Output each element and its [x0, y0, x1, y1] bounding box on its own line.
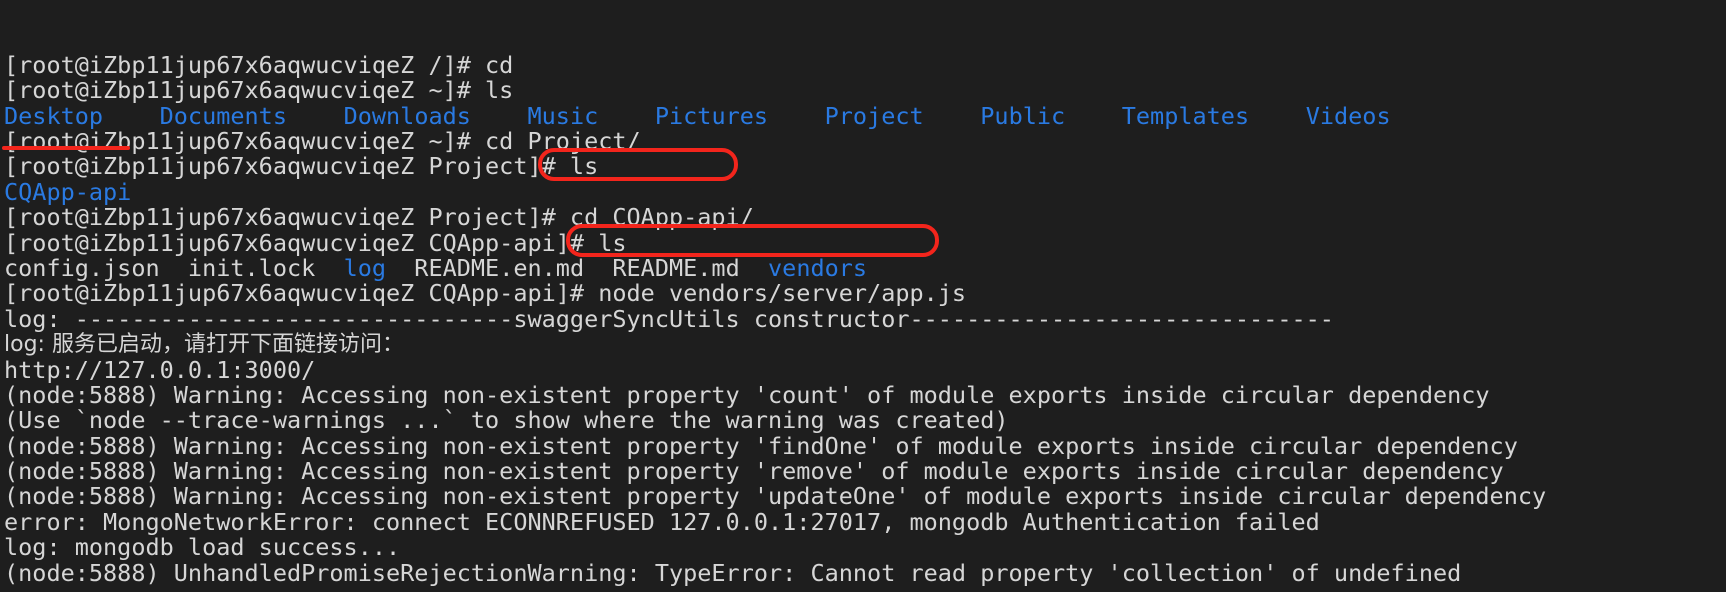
terminal-line: [root@iZbp11jup67x6aqwucviqeZ Project]# … [4, 203, 1726, 232]
terminal-line: (node:5888) Warning: Accessing non-exist… [4, 380, 1726, 409]
terminal-text: [root@iZbp11jup67x6aqwucviqeZ ~]# ls [4, 76, 514, 105]
terminal-line: (node:5888) Warning: Accessing non-exist… [4, 431, 1726, 460]
directory-entry: Videos [1305, 101, 1391, 130]
terminal-text: [root@iZbp11jup67x6aqwucviqeZ Project]# … [4, 203, 754, 232]
terminal-line: [root@iZbp11jup67x6aqwucviqeZ Project]# … [4, 154, 1726, 179]
directory-entry: Downloads [343, 101, 471, 130]
terminal-text: http://127.0.0.1:3000/ [4, 355, 316, 384]
terminal-text: (node:5888) Warning: Accessing non-exist… [4, 380, 1490, 409]
terminal-output[interactable]: [root@iZbp11jup67x6aqwucviqeZ /]# cd [roo… [0, 0, 1726, 592]
directory-entry: log [343, 253, 387, 282]
terminal-line: CQApp-api [4, 177, 1726, 206]
terminal-text: (node:5888) Warning: Accessing non-exist… [4, 457, 1504, 486]
terminal-line: log: -------------------------------swag… [4, 304, 1726, 333]
directory-entry: Documents [159, 101, 287, 130]
terminal-text: config.json init.lock [4, 253, 344, 282]
terminal-text: [root@iZbp11jup67x6aqwucviqeZ /]# cd [4, 50, 514, 79]
terminal-text: README.en.md README.md [386, 253, 769, 282]
terminal-line: http://127.0.0.1:3000/ [4, 355, 1726, 384]
terminal-line: [root@iZbp11jup67x6aqwucviqeZ CQApp-api]… [4, 281, 1726, 306]
terminal-text: [root@iZbp11jup67x6aqwucviqeZ CQApp-api]… [4, 279, 967, 308]
terminal-line: [root@iZbp11jup67x6aqwucviqeZ ~]# ls [4, 78, 1726, 103]
terminal-text: error: MongoNetworkError: connect ECONNR… [4, 507, 1320, 536]
terminal-text: (node:5888) UnhandledPromiseRejectionWar… [4, 558, 1462, 587]
directory-entry: Desktop [4, 101, 104, 130]
terminal-text: (node:5888) Warning: Accessing non-exist… [4, 482, 1547, 511]
terminal-line: error: MongoNetworkError: connect ECONNR… [4, 507, 1726, 536]
terminal-text: [root@iZbp11jup67x6aqwucviqeZ ~]# cd Pro… [4, 126, 641, 155]
terminal-text: (node:5888) Warning: Accessing non-exist… [4, 431, 1518, 460]
terminal-line: [root@iZbp11jup67x6aqwucviqeZ CQApp-api]… [4, 228, 1726, 257]
terminal-line: log: 服务已启动，请打开下面链接访问： [4, 332, 1726, 357]
directory-entry: Pictures [654, 101, 769, 130]
directory-entry: Project [824, 101, 924, 130]
terminal-line: config.json init.lock log README.en.md R… [4, 253, 1726, 282]
terminal-line: log: mongodb load success... [4, 535, 1726, 560]
terminal-text: log: 服务已启动，请打开下面链接访问： [4, 332, 404, 358]
terminal-line: (node:5888) Warning: Accessing non-exist… [4, 457, 1726, 486]
directory-entry: Public [980, 101, 1066, 130]
directory-entry: Templates [1121, 101, 1250, 130]
terminal-line: [root@iZbp11jup67x6aqwucviqeZ /]# cd [4, 50, 1726, 79]
terminal-line: [root@iZbp11jup67x6aqwucviqeZ ~]# cd Pro… [4, 126, 1726, 155]
terminal-line-list: [root@iZbp11jup67x6aqwucviqeZ /]# cd [roo… [4, 50, 1726, 587]
directory-entry: Music [527, 101, 599, 130]
terminal-text: (Use `node --trace-warnings ...` to show… [4, 406, 1009, 435]
terminal-line: Desktop Documents Downloads Music Pictur… [4, 101, 1726, 130]
directory-entry: vendors [768, 253, 868, 282]
terminal-text: log: -------------------------------swag… [4, 304, 1334, 333]
terminal-line: (Use `node --trace-warnings ...` to show… [4, 408, 1726, 433]
directory-entry: CQApp-api [4, 177, 132, 206]
terminal-text: [root@iZbp11jup67x6aqwucviqeZ CQApp-api]… [4, 228, 627, 257]
terminal-text: [root@iZbp11jup67x6aqwucviqeZ Project]# … [4, 152, 599, 181]
terminal-line: (node:5888) Warning: Accessing non-exist… [4, 484, 1726, 509]
terminal-text: log: mongodb load success... [4, 533, 401, 562]
terminal-line: (node:5888) UnhandledPromiseRejectionWar… [4, 558, 1726, 587]
